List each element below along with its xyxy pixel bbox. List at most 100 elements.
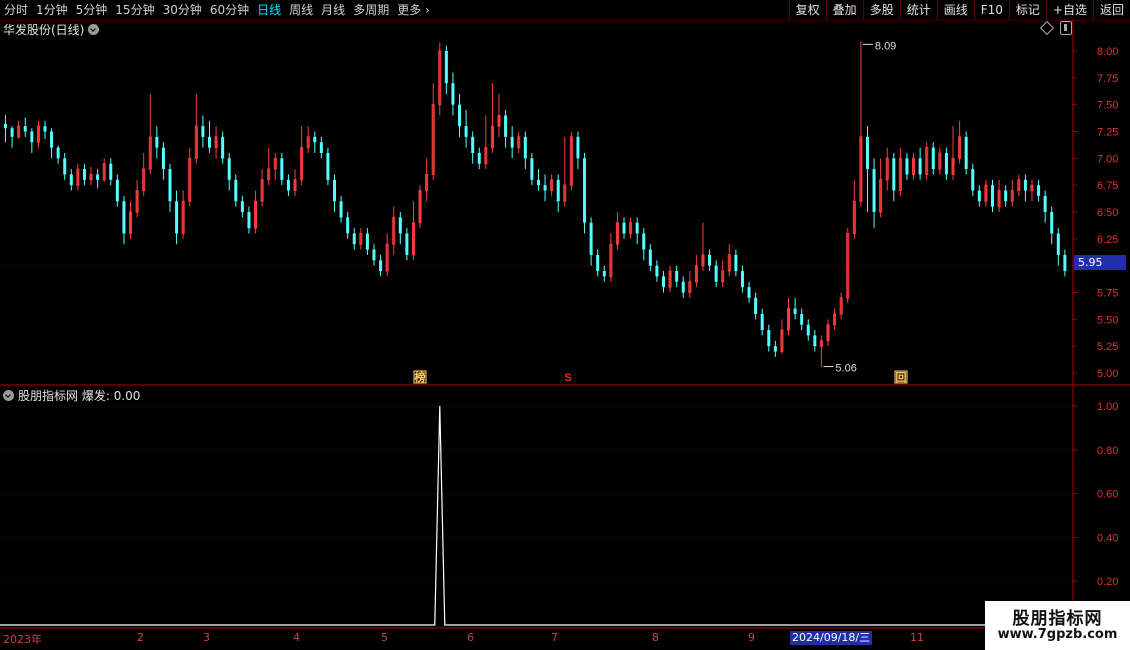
candle-body xyxy=(280,158,284,180)
candle-body xyxy=(96,174,100,180)
kline-chart: 8.00 7.75 7.50 7.25 7.00 6.75 6.50 6.25 5.75 5.50… xyxy=(0,20,1130,629)
candle-body xyxy=(1023,179,1027,191)
indicator-value: 0.00 xyxy=(113,388,141,403)
candle-body xyxy=(155,136,159,148)
x-axis-label: 2023年 xyxy=(3,633,42,646)
price-tick-label: 7.50 xyxy=(1097,100,1118,112)
indicator-tick-label: 0.40 xyxy=(1097,532,1118,544)
x-axis-label: 6 xyxy=(467,631,474,644)
candle-body xyxy=(800,313,804,325)
candle-body xyxy=(23,126,27,132)
current-price-tag: 5.95 xyxy=(1074,255,1126,270)
x-axis-label: 11 xyxy=(910,631,924,644)
candle-body xyxy=(333,179,336,202)
candle-body xyxy=(747,287,751,298)
indicator-tick-label: 0.80 xyxy=(1097,445,1118,457)
candle-body xyxy=(635,222,639,234)
candle-body xyxy=(865,136,869,170)
candle-body xyxy=(602,271,606,277)
price-tick-label: 8.00 xyxy=(1097,46,1118,58)
indicator-line xyxy=(0,405,1073,626)
candle-body xyxy=(379,260,383,272)
price-tick-label: 5.00 xyxy=(1097,368,1118,380)
candle-body xyxy=(168,169,172,202)
candle-body xyxy=(648,249,652,266)
candle-body xyxy=(583,158,587,223)
low-label: 5.06 xyxy=(835,363,856,375)
indicator-title[interactable]: 股朋指标网 爆发: 0.00 xyxy=(3,387,140,404)
candle-body xyxy=(234,179,238,202)
candle-body xyxy=(326,152,330,180)
candle-body xyxy=(662,276,665,288)
candle-body xyxy=(56,147,60,159)
high-label: 8.09 xyxy=(875,40,896,52)
candle-body xyxy=(589,222,593,255)
indicator-name: 股朋指标网 xyxy=(18,389,79,403)
candle-body xyxy=(596,254,600,272)
candle-body xyxy=(464,126,468,137)
candle-body xyxy=(313,136,317,143)
candle-body xyxy=(10,128,14,137)
candle-body xyxy=(30,131,34,143)
candle-body xyxy=(227,158,231,180)
price-tick-label: 7.00 xyxy=(1097,153,1118,165)
x-axis-label: 3 xyxy=(203,631,210,644)
candle-body xyxy=(63,158,67,175)
candle-body xyxy=(576,136,580,159)
marker-0: 榜 xyxy=(415,370,426,384)
candle-body xyxy=(477,152,481,164)
candle-body xyxy=(892,158,896,191)
candle-body xyxy=(43,126,47,132)
candle-body xyxy=(931,147,935,170)
candle-body xyxy=(813,335,817,347)
candle-body xyxy=(655,265,659,277)
indicator-tick-label: 0.20 xyxy=(1097,576,1118,588)
candle-body xyxy=(4,123,7,129)
watermark-logo: 股朋指标网 www.7gpzb.com xyxy=(985,601,1130,650)
x-axis-label: 9 xyxy=(748,631,755,644)
chevron-down-icon[interactable] xyxy=(3,390,14,401)
marker-2: 回 xyxy=(896,370,907,384)
candle-body xyxy=(82,169,86,180)
candle-body xyxy=(681,281,685,293)
candle-body xyxy=(221,136,225,159)
candle-body xyxy=(50,131,54,148)
candle-body xyxy=(444,51,448,84)
candle-body xyxy=(115,179,119,202)
candle-body xyxy=(556,179,560,202)
price-tick-label: 6.75 xyxy=(1097,180,1118,192)
candle-body xyxy=(523,136,527,159)
candle-body xyxy=(905,158,909,175)
candle-body xyxy=(918,158,922,175)
candle-body xyxy=(642,233,646,250)
x-axis-label: 5 xyxy=(381,631,388,644)
price-tick-label: 5.75 xyxy=(1097,288,1118,300)
candle-body xyxy=(109,163,113,180)
indicator-tick-label: 1.00 xyxy=(1097,401,1118,413)
candle-body xyxy=(754,297,758,314)
candle-body xyxy=(977,190,981,202)
candle-body xyxy=(510,136,514,148)
price-tick-label: 5.50 xyxy=(1097,314,1118,326)
candle-body xyxy=(339,201,343,218)
candle-body xyxy=(675,271,679,282)
candle-body xyxy=(872,169,876,212)
price-tick-label: 7.25 xyxy=(1097,127,1118,139)
x-axis-label: 7 xyxy=(551,631,558,644)
indicator-label: 爆发: xyxy=(81,389,110,403)
candle-body xyxy=(622,222,626,234)
candle-body xyxy=(767,330,771,347)
x-axis-label: 4 xyxy=(293,631,300,644)
cursor-date-badge: 2024/09/18/三 xyxy=(790,631,873,645)
candle-body xyxy=(346,217,350,234)
candle-body xyxy=(1063,254,1067,272)
candle-body xyxy=(175,201,179,234)
candle-body xyxy=(806,324,810,336)
candle-body xyxy=(530,158,534,180)
candle-body xyxy=(944,152,948,175)
candle-body xyxy=(122,201,126,234)
candle-body xyxy=(1056,233,1060,255)
candle-body xyxy=(1037,185,1041,196)
price-tick-label: 7.75 xyxy=(1097,73,1118,85)
candle-body xyxy=(1050,212,1054,234)
